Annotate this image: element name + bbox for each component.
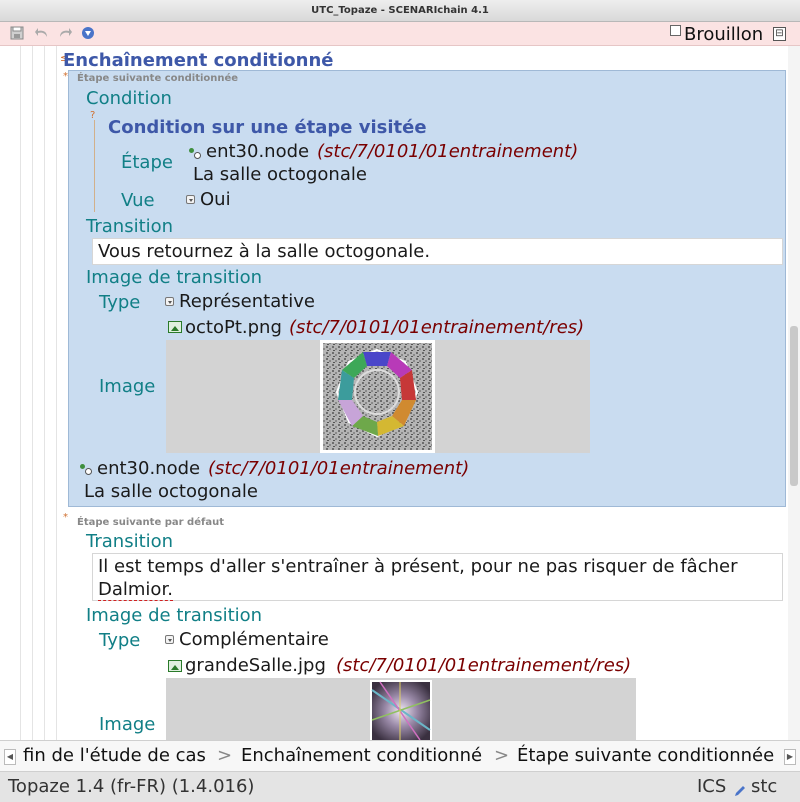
undo-icon[interactable] [35,26,49,40]
editor-area[interactable]: ≤ Enchaînement conditionné * Étape suiva… [0,46,800,740]
transition-label: Transition [86,531,174,552]
draft-checkbox-box[interactable] [670,25,681,36]
transition-text-line2[interactable]: Dalmior. [98,579,173,601]
breadcrumb: ◀ fin de l'étude de cas > Enchaînement c… [0,740,800,772]
etape-label: Étape [121,152,173,173]
breadcrumb-item[interactable]: Étape suivante conditionnée [517,745,774,766]
pencil-icon [734,782,746,796]
dropdown-menu-icon[interactable] [186,195,195,204]
scroll-right-icon[interactable]: ▶ [784,749,796,765]
app-version: Topaze 1.4 (fr-FR) (1.4.016) [8,776,255,797]
collapse-icon[interactable]: ⊟ [773,27,786,41]
image-file-icon [168,660,182,672]
editor-toolbar: Brouillon ⊟ [0,22,800,46]
vue-label: Vue [121,190,155,211]
transition-label: Transition [86,216,174,237]
hall-image[interactable] [370,680,432,740]
image-file-icon [168,321,182,333]
indent-guide [44,46,45,740]
type-value[interactable]: Représentative [179,291,315,312]
image-label: Image [99,714,156,735]
save-icon[interactable] [10,26,24,40]
transition-text[interactable]: Vous retournez à la salle octogonale. [98,241,430,262]
redo-icon[interactable] [58,26,72,40]
tree-connector [94,120,95,212]
section-header: Étape suivante par défaut [77,517,224,528]
breadcrumb-item[interactable]: fin de l'étude de cas [23,745,206,766]
window-titlebar: UTC_Topaze - SCENARIchain 4.1 [0,0,800,22]
window-title: UTC_Topaze - SCENARIchain 4.1 [311,5,489,16]
target-path: (stc/7/0101/01entrainement) [208,458,470,479]
image-file-link[interactable]: octoPt.png [185,317,282,338]
image-path: (stc/7/0101/01entrainement/res) [289,317,585,338]
etape-path: (stc/7/0101/01entrainement) [317,141,579,162]
octagon-image[interactable] [320,340,435,453]
dropdown-menu-icon[interactable] [165,635,174,644]
page-title: Enchaînement conditionné [63,50,334,71]
required-marker-icon: * [63,512,68,523]
indent-guide [20,46,21,740]
vertical-scrollbar[interactable] [788,46,800,740]
scrollbar-thumb[interactable] [790,326,798,486]
transition-image-label: Image de transition [86,267,263,288]
status-bar: Topaze 1.4 (fr-FR) (1.4.016) ICS stc [0,772,800,802]
breadcrumb-separator: > [217,745,233,766]
ics-label: ICS [697,776,727,797]
condition-title: Condition sur une étape visitée [108,117,427,138]
image-path: (stc/7/0101/01entrainement/res) [336,655,632,676]
dropdown-menu-icon[interactable] [165,297,174,306]
indent-guide [32,46,33,740]
type-label: Type [99,292,141,313]
image-file-link[interactable]: grandeSalle.jpg [185,655,326,676]
image-label: Image [99,376,156,397]
transition-image-label: Image de transition [86,605,263,626]
scroll-left-icon[interactable]: ◀ [4,749,16,765]
user-name: stc [751,776,778,797]
etape-description: La salle octogonale [193,164,367,185]
section-header: Étape suivante conditionnée [77,73,239,84]
vue-value[interactable]: Oui [200,189,231,210]
target-description: La salle octogonale [84,481,258,502]
node-link-icon[interactable] [189,147,201,159]
breadcrumb-separator: > [494,745,510,766]
breadcrumb-item[interactable]: Enchaînement conditionné [241,745,482,766]
node-link-icon[interactable] [80,463,92,475]
condition-label: Condition [86,88,172,109]
draft-label: Brouillon [684,24,764,45]
draft-checkbox[interactable]: Brouillon [670,25,763,45]
target-node-link[interactable]: ent30.node [97,458,200,479]
type-label: Type [99,630,141,651]
navigate-icon[interactable] [81,26,95,40]
etape-node-link[interactable]: ent30.node [206,141,309,162]
indent-guide [56,46,57,740]
transition-text-line1[interactable]: Il est temps d'aller s'entraîner à prése… [98,556,737,577]
type-value[interactable]: Complémentaire [179,629,329,650]
